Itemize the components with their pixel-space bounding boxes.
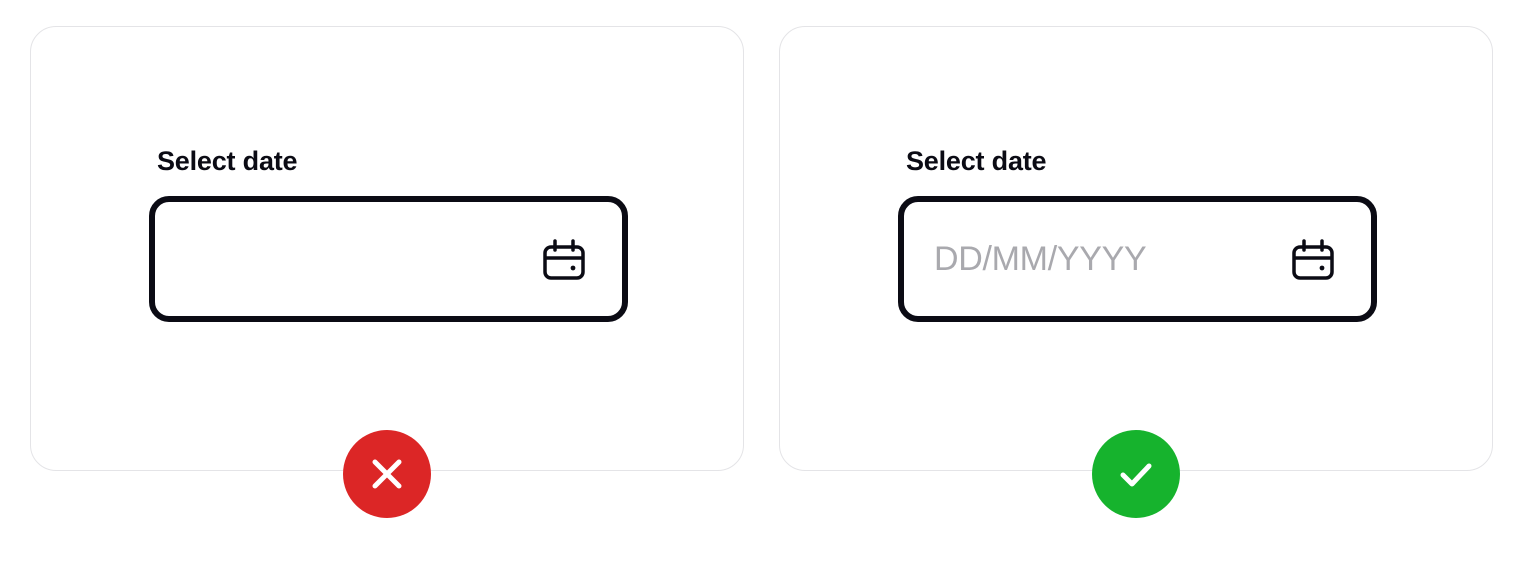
incorrect-badge bbox=[343, 430, 431, 518]
date-field-label: Select date bbox=[157, 146, 298, 176]
check-mark-icon bbox=[1092, 430, 1180, 518]
incorrect-example-card: Select date bbox=[30, 26, 744, 471]
date-input[interactable]: DD/MM/YYYY bbox=[898, 196, 1377, 322]
correct-example-card: Select date DD/MM/YYYY bbox=[779, 26, 1493, 471]
calendar-icon[interactable] bbox=[1291, 238, 1335, 282]
date-input[interactable] bbox=[149, 196, 628, 322]
date-input-placeholder: DD/MM/YYYY bbox=[934, 240, 1147, 278]
calendar-icon[interactable] bbox=[542, 238, 586, 282]
date-field-label: Select date bbox=[906, 146, 1047, 176]
correct-badge bbox=[1092, 430, 1180, 518]
x-mark-icon bbox=[343, 430, 431, 518]
